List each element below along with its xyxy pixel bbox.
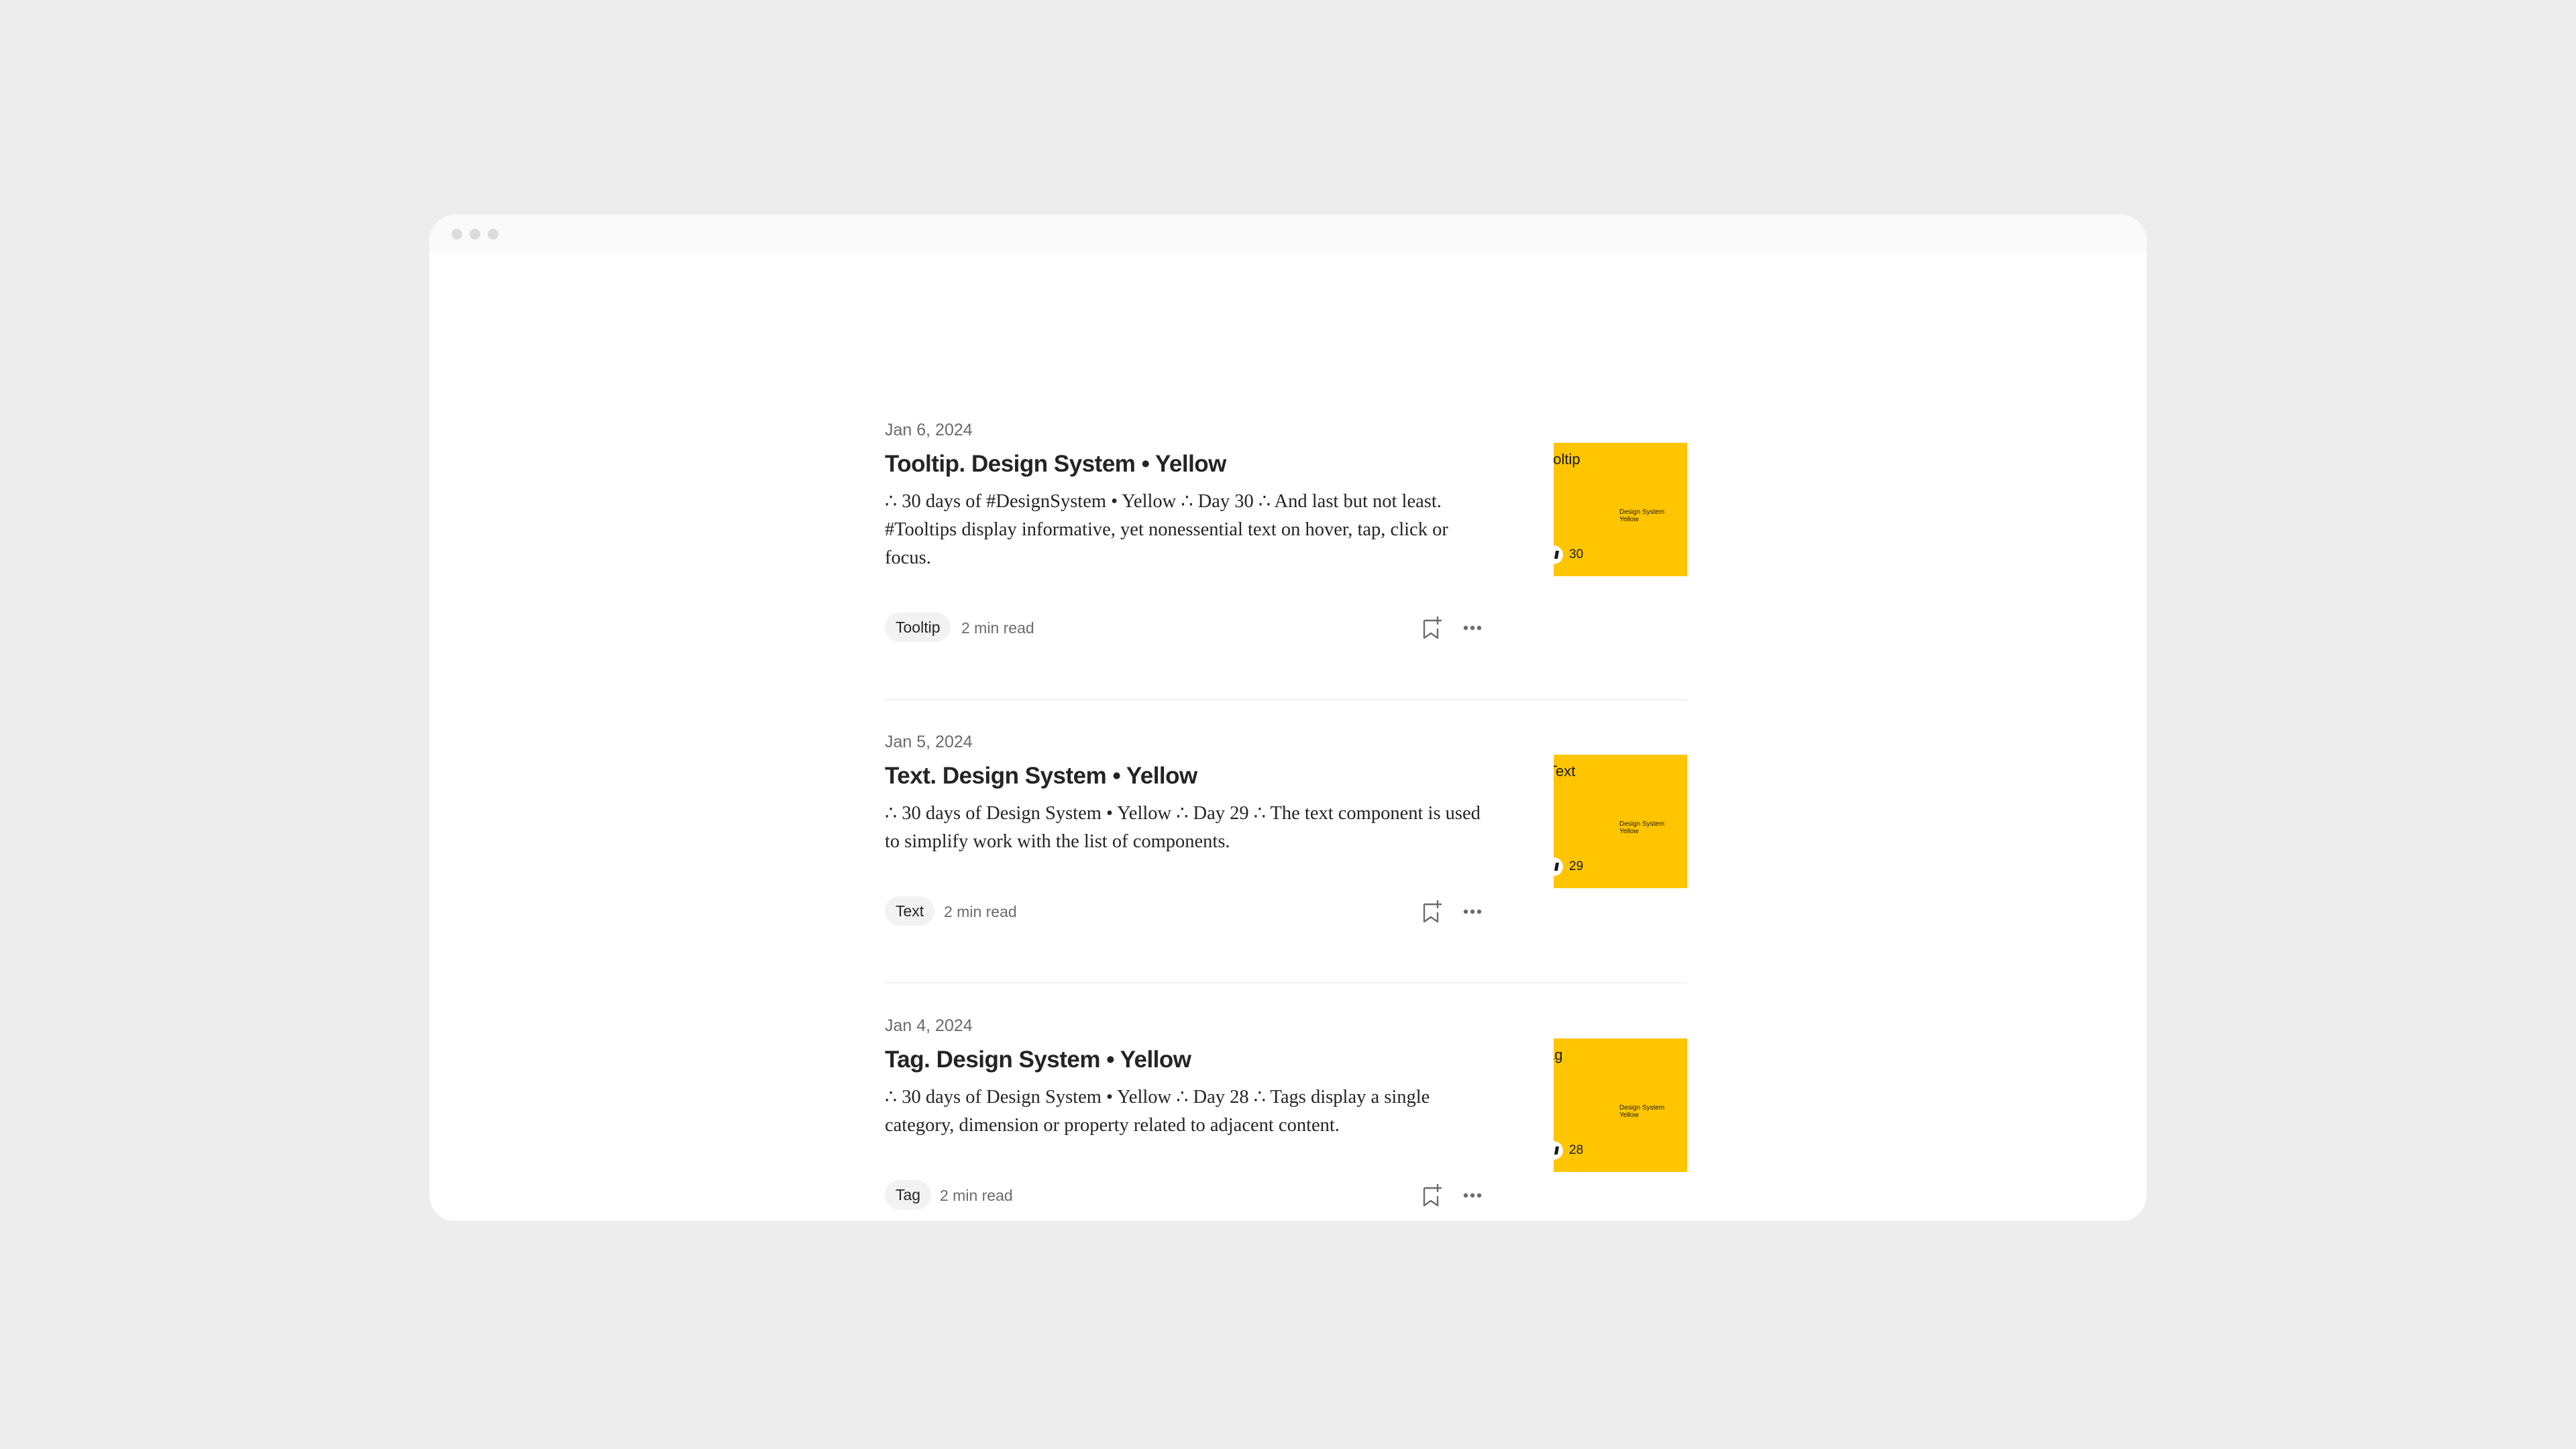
article-thumbnail[interactable]: Tag Design SystemYellow 28 [1554, 1038, 1687, 1172]
thumbnail-badge-circle [1554, 1141, 1563, 1160]
article-thumbnail[interactable]: Text Design SystemYellow 29 [1554, 755, 1687, 888]
article-tag[interactable]: Text [885, 896, 935, 926]
thumbnail-subtitle: Design System Yellow [1619, 1104, 1665, 1119]
article-excerpt[interactable]: ∴ 30 days of Design System • Yellow ∴ Da… [885, 1083, 1489, 1140]
thumbnail-badge-circle [1554, 545, 1563, 564]
article-title[interactable]: Tooltip. Design System • Yellow [885, 451, 1226, 478]
article-thumbnail[interactable]: Tooltip Design SystemYellow 30 [1554, 443, 1687, 576]
article-read-time: 2 min read [961, 619, 1034, 637]
article-tag[interactable]: Tooltip [885, 612, 951, 642]
browser-window: Jan 6, 2024 Tooltip. Design System • Yel… [429, 215, 2147, 1221]
article-date: Jan 6, 2024 [885, 421, 973, 439]
thumbnail-day-number: 29 [1569, 859, 1584, 873]
article-excerpt[interactable]: ∴ 30 days of #DesignSystem • Yellow ∴ Da… [885, 488, 1489, 572]
more-horizontal-icon[interactable] [1461, 900, 1484, 923]
thumbnail-title: Tag [1554, 1046, 1563, 1063]
window-dot-minimize[interactable] [470, 229, 480, 239]
window-titlebar [429, 215, 2147, 254]
thumbnail-subtitle: Design System Yellow [1619, 820, 1665, 835]
article-excerpt[interactable]: ∴ 30 days of Design System • Yellow ∴ Da… [885, 800, 1489, 856]
article-title[interactable]: Tag. Design System • Yellow [885, 1046, 1191, 1073]
article-title[interactable]: Text. Design System • Yellow [885, 763, 1197, 790]
thumbnail-day-number: 28 [1569, 1143, 1584, 1157]
article-date: Jan 5, 2024 [885, 733, 973, 751]
article-divider [885, 982, 1687, 983]
article-read-time: 2 min read [944, 903, 1017, 920]
more-horizontal-icon[interactable] [1461, 616, 1484, 639]
article-date: Jan 4, 2024 [885, 1016, 973, 1035]
article-divider [885, 699, 1687, 700]
thumbnail-subtitle: Design System Yellow [1619, 508, 1665, 523]
bookmark-add-icon[interactable] [1421, 1182, 1444, 1209]
article-read-time: 2 min read [940, 1187, 1013, 1204]
thumbnail-title: Text [1554, 763, 1576, 780]
window-dot-maximize[interactable] [488, 229, 498, 239]
thumbnail-title: Tooltip [1554, 451, 1580, 468]
bookmark-add-icon[interactable] [1421, 614, 1444, 641]
bookmark-add-icon[interactable] [1421, 898, 1444, 925]
thumbnail-badge-circle [1554, 857, 1563, 876]
more-horizontal-icon[interactable] [1461, 1184, 1484, 1207]
window-dot-close[interactable] [451, 229, 462, 239]
article-tag[interactable]: Tag [885, 1180, 932, 1210]
thumbnail-day-number: 30 [1569, 547, 1584, 561]
